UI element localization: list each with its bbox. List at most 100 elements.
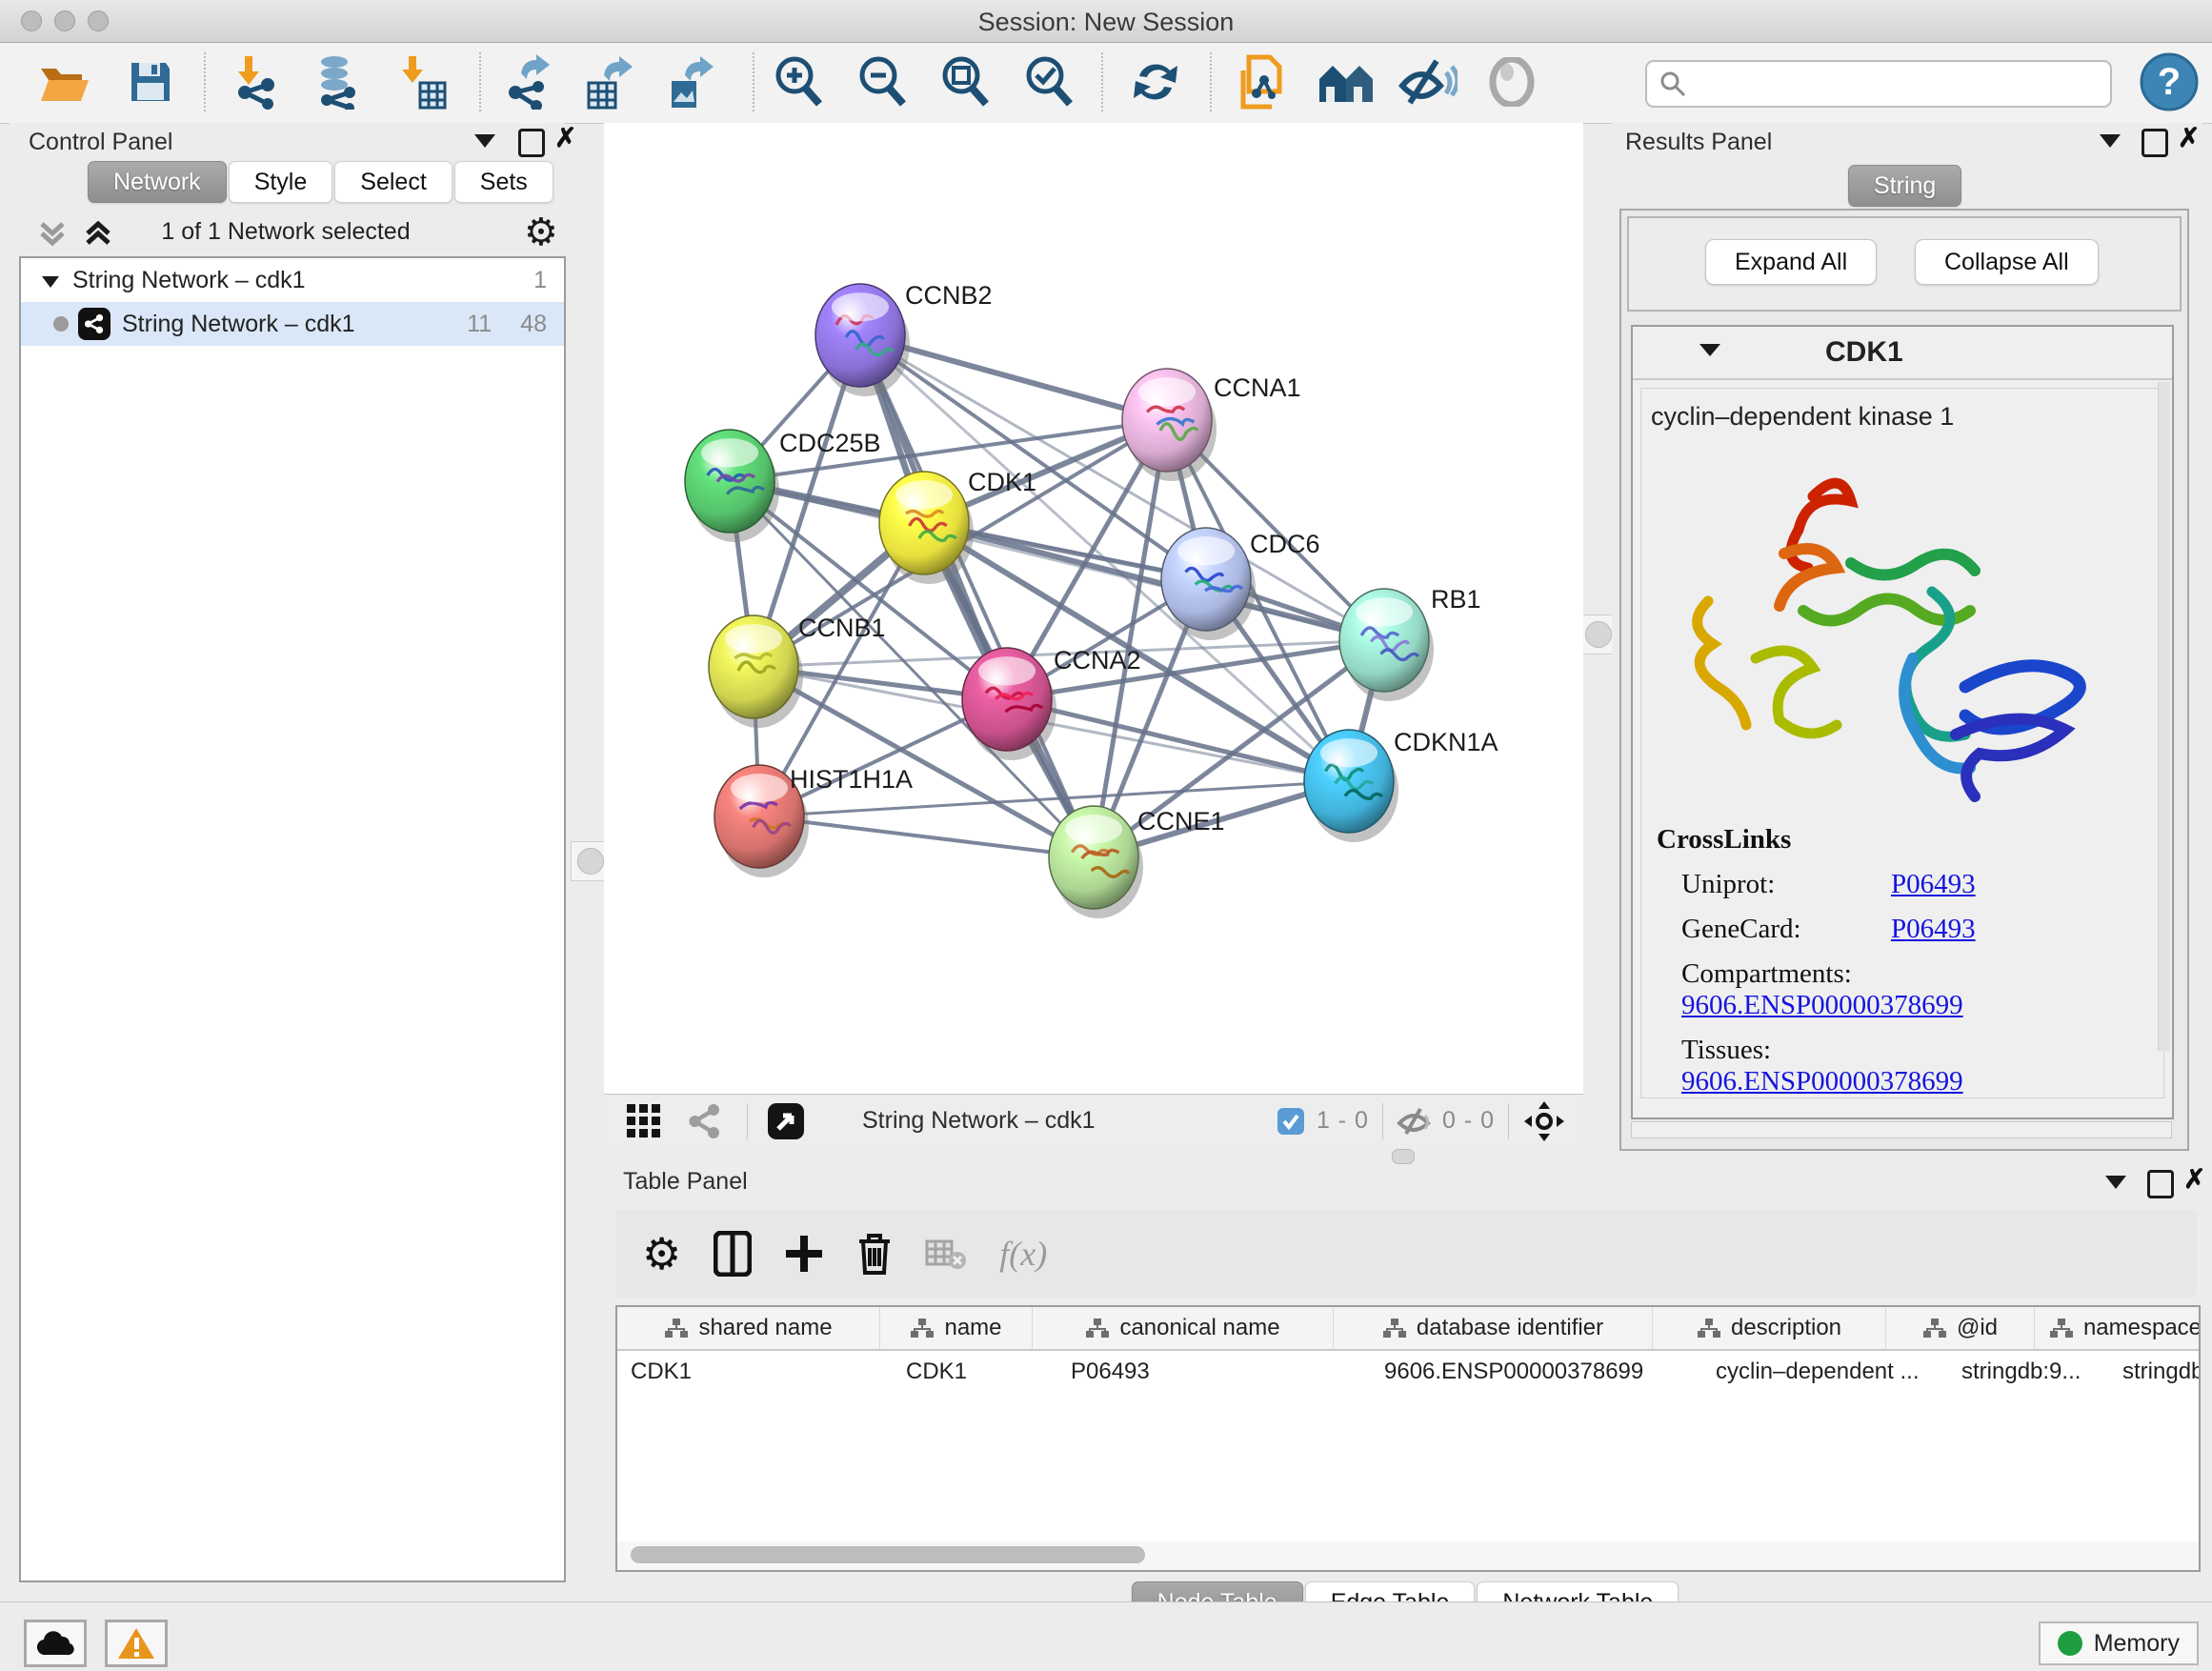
open-session-icon[interactable] bbox=[33, 50, 96, 113]
main-toolbar: ? bbox=[0, 43, 2212, 124]
search-input[interactable] bbox=[1695, 70, 2110, 98]
cell-canonical-name[interactable]: P06493 bbox=[1057, 1351, 1371, 1393]
collapse-all-icon[interactable] bbox=[36, 218, 69, 249]
results-float-panel-icon[interactable] bbox=[2142, 129, 2168, 162]
column-header-canonical-name[interactable]: canonical name bbox=[1033, 1307, 1334, 1349]
delete-column-trash-icon[interactable] bbox=[856, 1232, 893, 1276]
results-panel-menu-icon[interactable] bbox=[2100, 134, 2121, 152]
crosslink-link[interactable]: P06493 bbox=[1891, 869, 1976, 899]
tab-sets[interactable]: Sets bbox=[454, 161, 553, 203]
collapse-all-button[interactable]: Collapse All bbox=[1915, 239, 2099, 285]
column-header-description[interactable]: description bbox=[1653, 1307, 1886, 1349]
save-session-icon[interactable] bbox=[119, 50, 182, 113]
tab-style[interactable]: Style bbox=[229, 161, 333, 203]
refresh-layout-icon[interactable] bbox=[1124, 50, 1187, 113]
table-header-row: shared namenamecanonical namedatabase id… bbox=[617, 1307, 2199, 1351]
add-column-icon[interactable] bbox=[784, 1234, 824, 1274]
show-panel-eye-icon[interactable] bbox=[1480, 50, 1543, 113]
column-header-database-identifier[interactable]: database identifier bbox=[1334, 1307, 1653, 1349]
table-toolbar: ⚙ f(x) bbox=[615, 1210, 2197, 1298]
node-CDK1[interactable]: CDK1 bbox=[879, 468, 1036, 584]
cell-shared-name[interactable]: CDK1 bbox=[617, 1351, 893, 1393]
close-panel-icon[interactable]: ✗ bbox=[554, 127, 576, 151]
tab-string[interactable]: String bbox=[1848, 165, 1961, 207]
cell-name[interactable]: CDK1 bbox=[893, 1351, 1057, 1393]
column-header-name[interactable]: name bbox=[880, 1307, 1033, 1349]
expand-all-button[interactable]: Expand All bbox=[1705, 239, 1877, 285]
hidden-eye-icon[interactable] bbox=[1397, 1107, 1431, 1136]
zoom-out-icon[interactable] bbox=[851, 50, 914, 113]
grid-view-icon[interactable] bbox=[627, 1104, 661, 1138]
section-collapse-icon[interactable] bbox=[1699, 344, 1720, 361]
cloud-button[interactable] bbox=[24, 1620, 87, 1667]
string-network-graph[interactable]: CCNB2CCNA1CDC25BCDK1CDC6RB1CCNB1CCNA2CDK… bbox=[604, 123, 1583, 1094]
network-collection-row[interactable]: String Network – cdk1 1 bbox=[21, 258, 564, 302]
selected-checkbox-icon[interactable] bbox=[1277, 1107, 1305, 1136]
table-row[interactable]: CDK1CDK1P064939606.ENSP00000378699cyclin… bbox=[617, 1351, 2199, 1393]
node-RB1[interactable]: RB1 bbox=[1339, 585, 1481, 701]
column-header--id[interactable]: @id bbox=[1886, 1307, 2035, 1349]
cell-namespace[interactable]: stringdb bbox=[2109, 1351, 2201, 1393]
export-network-icon[interactable] bbox=[497, 50, 560, 113]
import-table-icon[interactable] bbox=[391, 50, 453, 113]
table-panel-menu-icon[interactable] bbox=[2105, 1176, 2126, 1194]
help-icon[interactable]: ? bbox=[2138, 50, 2201, 113]
birdseye-toggle-icon[interactable] bbox=[767, 1102, 805, 1140]
svg-text:?: ? bbox=[2158, 61, 2181, 103]
cloud-icon bbox=[36, 1630, 74, 1657]
crosslink-link[interactable]: 9606.ENSP00000378699 bbox=[1681, 990, 1963, 1020]
node-CCNE1[interactable]: CCNE1 bbox=[1049, 806, 1225, 918]
float-panel-icon[interactable] bbox=[518, 129, 545, 162]
cell-database-identifier[interactable]: 9606.ENSP00000378699 bbox=[1371, 1351, 1702, 1393]
table-close-panel-icon[interactable]: ✗ bbox=[2183, 1168, 2205, 1193]
column-header-namespace[interactable]: namespace bbox=[2035, 1307, 2201, 1349]
cell--id[interactable]: stringdb:9... bbox=[1948, 1351, 2109, 1393]
edge-HIST1H1A-CCNE1[interactable] bbox=[759, 816, 1094, 857]
network-row-selected[interactable]: String Network – cdk1 11 48 bbox=[21, 302, 564, 346]
bottom-splitter-handle[interactable] bbox=[1392, 1149, 1415, 1164]
gene-description: cyclin–dependent kinase 1 bbox=[1651, 402, 2163, 432]
node-CDC6[interactable]: CDC6 bbox=[1161, 528, 1320, 640]
export-image-icon[interactable] bbox=[657, 50, 720, 113]
export-table-icon[interactable] bbox=[576, 50, 639, 113]
column-visibility-icon[interactable] bbox=[714, 1231, 752, 1277]
table-gear-icon[interactable]: ⚙ bbox=[642, 1228, 681, 1279]
expand-all-icon[interactable] bbox=[82, 218, 114, 249]
zoom-in-icon[interactable] bbox=[767, 50, 830, 113]
fit-crosshair-icon[interactable] bbox=[1524, 1101, 1564, 1141]
hide-panel-eye-icon[interactable] bbox=[1397, 50, 1459, 113]
results-panel-title: Results Panel bbox=[1625, 129, 1772, 155]
crosslinks-block: CrossLinks Uniprot:P06493GeneCard:P06493… bbox=[1657, 824, 2163, 1098]
crosslink-link[interactable]: P06493 bbox=[1891, 914, 1976, 944]
search-field[interactable] bbox=[1645, 60, 2112, 108]
zoom-selected-icon[interactable] bbox=[1017, 50, 1080, 113]
table-hscrollbar[interactable] bbox=[615, 1541, 2201, 1572]
node-CCNB2[interactable]: CCNB2 bbox=[815, 281, 993, 396]
cell-description[interactable]: cyclin–dependent ... bbox=[1702, 1351, 1948, 1393]
zoom-fit-icon[interactable] bbox=[934, 50, 996, 113]
collapse-triangle-icon[interactable] bbox=[42, 267, 59, 294]
node-table[interactable]: shared namenamecanonical namedatabase id… bbox=[615, 1305, 2201, 1545]
panel-menu-icon[interactable] bbox=[474, 134, 495, 152]
share-view-icon[interactable] bbox=[688, 1104, 722, 1138]
snapshot-icon[interactable] bbox=[1231, 50, 1294, 113]
results-hscrollbar[interactable] bbox=[1631, 1121, 2172, 1138]
table-float-panel-icon[interactable] bbox=[2147, 1170, 2174, 1203]
tab-network[interactable]: Network bbox=[88, 161, 227, 203]
table-hscrollbar-thumb[interactable] bbox=[631, 1546, 1145, 1563]
results-close-panel-icon[interactable]: ✗ bbox=[2178, 127, 2200, 151]
warning-button[interactable] bbox=[105, 1620, 168, 1667]
tab-select[interactable]: Select bbox=[334, 161, 452, 203]
gear-icon[interactable]: ⚙ bbox=[524, 211, 558, 254]
import-network-database-icon[interactable] bbox=[307, 50, 370, 113]
import-network-icon[interactable] bbox=[227, 50, 290, 113]
node-CDKN1A[interactable]: CDKN1A bbox=[1304, 728, 1498, 842]
crosslink-row: Uniprot:P06493 bbox=[1681, 869, 2163, 900]
birdseye-home-icon[interactable] bbox=[1315, 50, 1377, 113]
results-scrollbar[interactable] bbox=[2158, 382, 2170, 1051]
crosslink-link[interactable]: 9606.ENSP00000378699 bbox=[1681, 1066, 1963, 1097]
column-header-shared-name[interactable]: shared name bbox=[617, 1307, 880, 1349]
control-panel: Control Panel ✗ NetworkStyleSelectSets 1… bbox=[10, 123, 564, 1581]
network-canvas[interactable]: CCNB2CCNA1CDC25BCDK1CDC6RB1CCNB1CCNA2CDK… bbox=[604, 123, 1583, 1094]
memory-button[interactable]: Memory bbox=[2039, 1621, 2199, 1665]
